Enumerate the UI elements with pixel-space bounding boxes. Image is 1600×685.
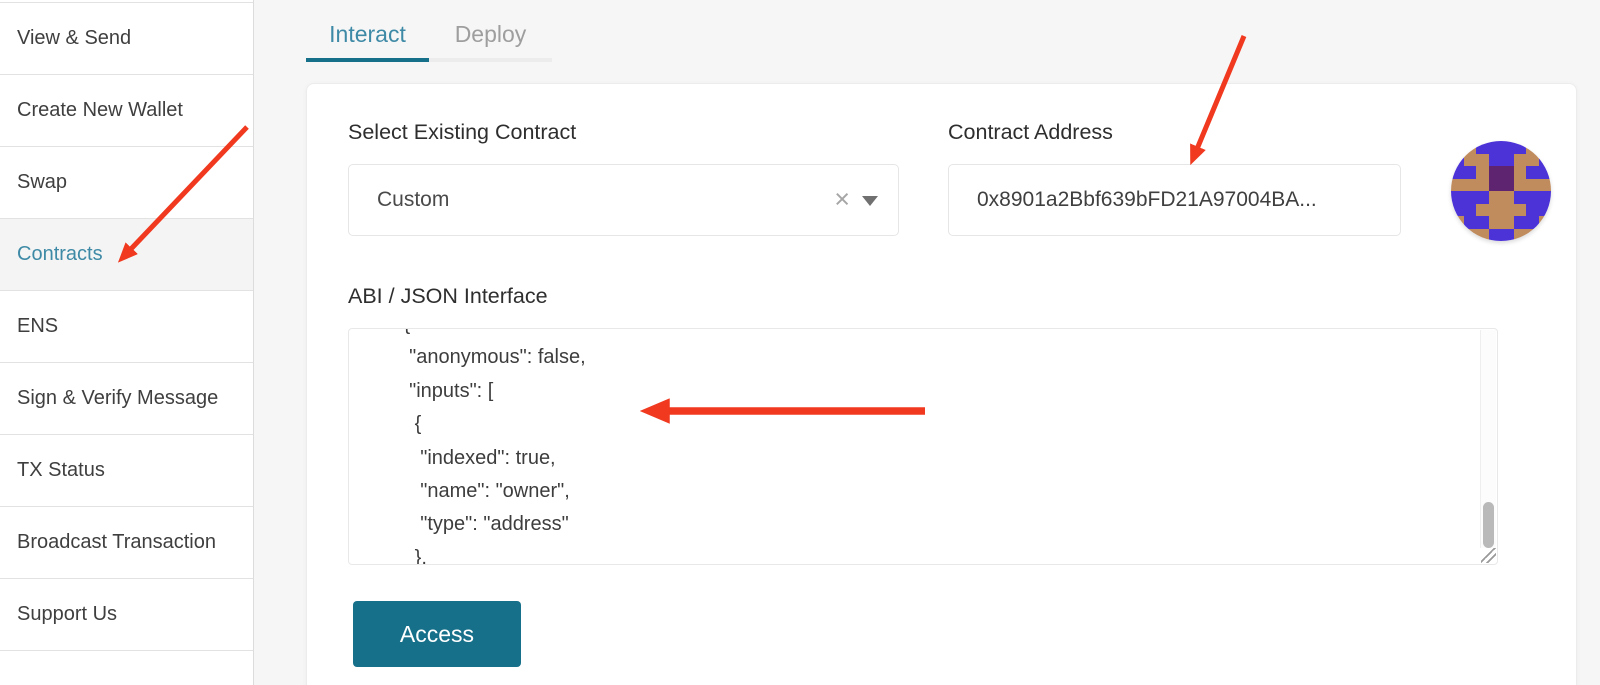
sidebar-item-label: Contracts	[17, 243, 103, 266]
sidebar-item-view-send[interactable]: View & Send	[0, 3, 253, 75]
access-button[interactable]: Access	[353, 601, 521, 667]
sidebar-item-swap[interactable]: Swap	[0, 147, 253, 219]
abi-json-interface-label: ABI / JSON Interface	[348, 284, 548, 309]
tab-underline	[429, 58, 552, 62]
address-identicon	[1451, 141, 1551, 241]
app-window: View & Send Create New Wallet Swap Contract…	[0, 0, 1600, 685]
selected-contract-value: Custom	[377, 165, 449, 235]
sidebar-item-label: ENS	[17, 315, 58, 338]
tab-bar: InteractDeploy	[306, 8, 552, 62]
tab-deploy[interactable]: Deploy	[429, 8, 552, 62]
clear-selection-icon[interactable]: ×	[826, 165, 858, 235]
chevron-down-icon[interactable]	[862, 196, 878, 206]
sidebar-item-tx-status[interactable]: TX Status	[0, 435, 253, 507]
sidebar: View & Send Create New Wallet Swap Contract…	[0, 0, 254, 685]
sidebar-item-label: View & Send	[17, 27, 131, 50]
sidebar-nav: View & Send Create New Wallet Swap Contract…	[0, 2, 253, 651]
sidebar-item-label: Create New Wallet	[17, 99, 183, 122]
sidebar-item-label: Sign & Verify Message	[17, 387, 218, 410]
contract-address-input[interactable]	[948, 164, 1401, 236]
sidebar-item-contracts[interactable]: Contracts	[0, 219, 253, 291]
tab-underline	[306, 58, 429, 62]
sidebar-item-broadcast-transaction[interactable]: Broadcast Transaction	[0, 507, 253, 579]
select-existing-contract-dropdown[interactable]: Custom ×	[348, 164, 899, 236]
abi-scroll-thumb[interactable]	[1483, 502, 1494, 548]
abi-json-textarea[interactable]: { "anonymous": false, "inputs": [ { "ind…	[348, 328, 1498, 565]
sidebar-item-label: Swap	[17, 171, 67, 194]
sidebar-item-label: TX Status	[17, 459, 105, 482]
tab-label: Deploy	[429, 16, 552, 58]
abi-json-content: { "anonymous": false, "inputs": [ { "ind…	[349, 328, 1497, 565]
select-existing-contract-label: Select Existing Contract	[348, 120, 576, 145]
sidebar-item-label: Broadcast Transaction	[17, 531, 216, 554]
sidebar-item-create-new-wallet[interactable]: Create New Wallet	[0, 75, 253, 147]
contract-address-label: Contract Address	[948, 120, 1113, 145]
contract-interact-panel: Select Existing Contract Custom × Contra…	[306, 83, 1577, 685]
sidebar-item-support-us[interactable]: Support Us	[0, 579, 253, 651]
abi-scrollbar[interactable]	[1480, 330, 1496, 548]
sidebar-item-ens[interactable]: ENS	[0, 291, 253, 363]
sidebar-item-sign-verify-message[interactable]: Sign & Verify Message	[0, 363, 253, 435]
tab-interact[interactable]: Interact	[306, 8, 429, 62]
tab-label: Interact	[306, 16, 429, 58]
abi-resize-handle-icon[interactable]	[1481, 548, 1496, 563]
sidebar-item-label: Support Us	[17, 603, 117, 626]
